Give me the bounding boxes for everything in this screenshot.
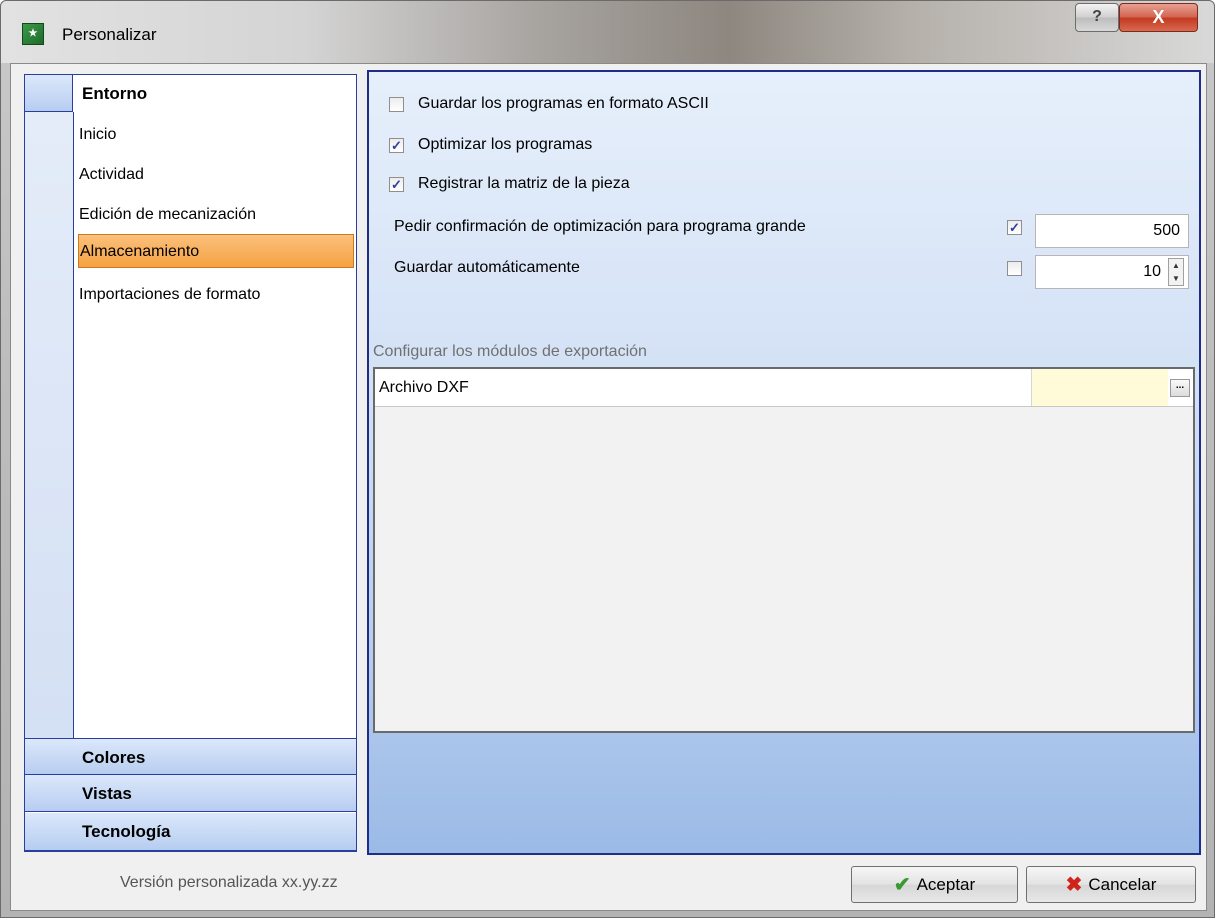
spin-up-icon[interactable]: ▲ [1169,259,1183,272]
nav-section-tecnologia[interactable]: Tecnología [25,813,356,851]
ok-button-label: Aceptar [916,874,976,894]
ok-button[interactable]: ✔ Aceptar [851,866,1018,903]
export-module-value[interactable] [1031,369,1168,406]
help-button[interactable]: ? [1075,3,1119,32]
confirm-optimization-checkbox[interactable]: ✓ [1007,220,1022,235]
title-bar[interactable]: ★ Personalizar ? X [1,1,1214,63]
nav-item-importaciones-formato[interactable]: Importaciones de formato [78,278,354,312]
register-matrix-label: Registrar la matriz de la pieza [418,175,630,192]
nav-item-almacenamiento[interactable]: Almacenamiento [78,234,354,268]
save-ascii-label: Guardar los programas en formato ASCII [418,95,709,112]
confirm-optimization-label: Pedir confirmación de optimización para … [394,218,806,235]
autosave-checkbox[interactable] [1007,261,1022,276]
nav-item-list: Inicio Actividad Edición de mecanización… [73,112,356,773]
check-mark-icon: ✓ [391,177,402,192]
check-mark-icon: ✓ [391,138,402,153]
nav-section-vistas[interactable]: Vistas [25,775,356,812]
nav-section-entorno[interactable]: Entorno [25,75,356,112]
checkmark-icon: ✔ [893,874,911,896]
nav-item-inicio[interactable]: Inicio [78,118,354,152]
table-row[interactable]: Archivo DXF ... [375,369,1193,407]
export-section-label: Configurar los módulos de exportación [373,343,647,360]
check-mark-icon: ✓ [1009,220,1020,235]
confirm-optimization-input[interactable]: 500 [1035,214,1189,248]
register-matrix-checkbox[interactable]: ✓ [389,177,404,192]
autosave-minutes-input[interactable]: 10 [1035,255,1189,289]
app-logo-icon: ★ [22,23,44,45]
nav-section-colores[interactable]: Colores [25,738,356,775]
close-button[interactable]: X [1119,3,1198,32]
save-ascii-checkbox[interactable] [389,97,404,112]
nav-section-label: Entorno [82,84,148,103]
cross-icon: ✖ [1065,874,1083,896]
optimize-label: Optimizar los programas [418,136,593,153]
optimize-checkbox[interactable]: ✓ [389,138,404,153]
cancel-button[interactable]: ✖ Cancelar [1026,866,1196,903]
autosave-spinner[interactable]: ▲ ▼ [1168,258,1184,286]
version-text: Versión personalizada xx.yy.zz [120,874,338,891]
spin-down-icon[interactable]: ▼ [1169,272,1183,285]
nav-item-edicion-mecanizacion[interactable]: Edición de mecanización [78,198,354,232]
autosave-label: Guardar automáticamente [394,259,580,276]
export-modules-grid: Archivo DXF ... [373,367,1195,733]
window-title: Personalizar [62,25,157,44]
nav-item-actividad[interactable]: Actividad [78,158,354,192]
export-module-name: Archivo DXF [379,379,469,396]
browse-button[interactable]: ... [1170,379,1190,397]
nav-gutter [25,112,73,773]
close-icon: X [1152,7,1165,27]
settings-nav: Entorno Inicio Actividad Edición de meca… [24,74,357,852]
section-marker [25,75,73,112]
cancel-button-label: Cancelar [1088,874,1157,894]
